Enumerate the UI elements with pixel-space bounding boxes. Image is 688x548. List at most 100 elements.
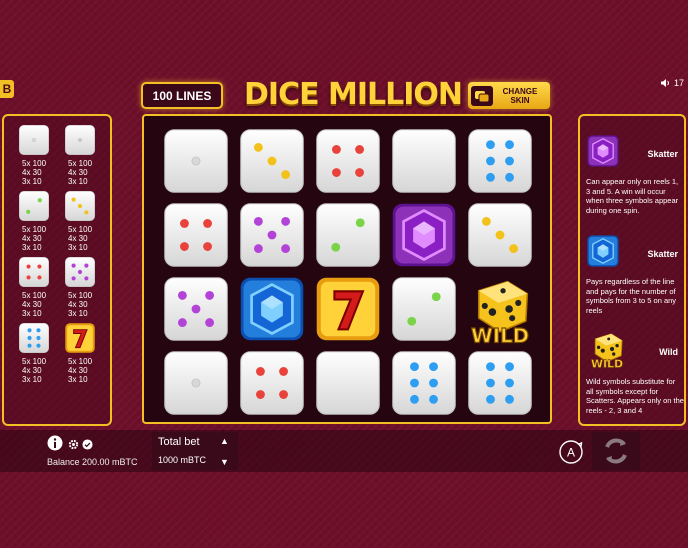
payout-line: 5x 100 bbox=[22, 225, 47, 234]
payout-line: 5x 100 bbox=[22, 357, 47, 366]
payout-line: 3x 10 bbox=[22, 243, 42, 252]
pip bbox=[495, 230, 505, 240]
pip bbox=[71, 263, 76, 268]
pip bbox=[36, 335, 41, 341]
reel-cell-dice-2-green bbox=[310, 198, 386, 272]
pip bbox=[27, 328, 32, 333]
payout-line: 5x 100 bbox=[68, 291, 93, 300]
pip bbox=[505, 394, 514, 404]
pip bbox=[177, 290, 187, 300]
autoplay-label: A bbox=[567, 446, 575, 460]
payout-line: 4x 30 bbox=[22, 168, 42, 177]
paytable-entry: 5x 100 4x 30 3x 10 bbox=[14, 322, 60, 384]
payout-line: 5x 100 bbox=[22, 159, 47, 168]
pip bbox=[77, 203, 83, 209]
paytable-panel: 5x 100 4x 30 3x 10 5x 100 4x 30 3x 10 5x 100… bbox=[2, 114, 112, 426]
total-bet-value: 1000 mBTC bbox=[158, 455, 207, 465]
pip bbox=[71, 276, 76, 281]
pip bbox=[256, 367, 265, 376]
pip bbox=[191, 378, 201, 388]
pip bbox=[191, 156, 201, 166]
pip bbox=[431, 292, 441, 302]
reel-cell-dice-3-yellow bbox=[234, 124, 310, 198]
reel-cell-dice-6-blue bbox=[462, 124, 538, 198]
info-name: Skatter bbox=[647, 148, 678, 159]
pip bbox=[205, 290, 215, 300]
reel-cell-dice-5-purple bbox=[158, 272, 234, 346]
paytable-entry: 5x 100 4x 30 3x 10 bbox=[14, 190, 60, 252]
reel-cell-wild: WILD bbox=[462, 272, 538, 348]
payout-line: 3x 10 bbox=[22, 309, 42, 318]
payout-line: 4x 30 bbox=[68, 366, 88, 375]
game-title: DICE MILLION bbox=[244, 77, 463, 112]
pip bbox=[256, 390, 265, 399]
pip bbox=[26, 209, 31, 214]
paytable-entry: 5x 100 4x 30 3x 10 bbox=[14, 256, 60, 318]
reel-cell-gem-purple bbox=[386, 198, 462, 272]
pip bbox=[253, 142, 263, 152]
reel-cell-dice-4-red bbox=[158, 198, 234, 272]
gear-icon[interactable] bbox=[68, 437, 79, 455]
purple-gem-icon bbox=[586, 134, 620, 173]
pip bbox=[486, 362, 495, 372]
dice-2-green-icon bbox=[18, 190, 50, 222]
info-wild: WILD Wild Wild symbols substitute for al… bbox=[586, 328, 684, 415]
change-skin-button[interactable]: CHANGE SKIN bbox=[468, 82, 550, 109]
pip bbox=[505, 140, 514, 150]
pip bbox=[84, 263, 89, 268]
pip bbox=[429, 362, 438, 372]
pip bbox=[180, 219, 189, 228]
pip bbox=[332, 168, 341, 177]
speaker-icon bbox=[661, 79, 669, 87]
pip bbox=[27, 335, 32, 341]
lines-badge: 100 LINES bbox=[141, 82, 223, 109]
payout-line: 5x 100 bbox=[68, 159, 93, 168]
payout-line: 3x 10 bbox=[68, 177, 88, 186]
pip bbox=[509, 244, 519, 254]
payout-line: 4x 30 bbox=[68, 168, 88, 177]
pip bbox=[26, 275, 31, 280]
reel-cell-dice-3-yellow bbox=[462, 198, 538, 272]
pip bbox=[37, 264, 42, 269]
pip bbox=[410, 378, 419, 388]
dice-3-yellow-icon bbox=[64, 190, 96, 222]
reels-area: WILD bbox=[142, 114, 552, 424]
pip bbox=[410, 362, 419, 372]
pip bbox=[486, 156, 495, 166]
verified-icon[interactable] bbox=[82, 437, 93, 455]
reel-cell-dice-2-green bbox=[386, 272, 462, 346]
pip bbox=[253, 244, 263, 254]
pip bbox=[281, 216, 291, 226]
pip bbox=[77, 269, 83, 275]
skin-icon bbox=[471, 85, 493, 106]
pip bbox=[281, 170, 291, 180]
pip bbox=[31, 137, 37, 143]
paytable-entry: 5x 100 4x 30 3x 10 bbox=[60, 124, 106, 186]
payout-line: 4x 30 bbox=[22, 366, 42, 375]
pip bbox=[205, 318, 215, 328]
info-text: Can appear only on reels 1, 3 and 5. A w… bbox=[586, 177, 679, 215]
bet-increase-button[interactable]: ▲ bbox=[220, 436, 229, 446]
reel-cell-dice-6-blue bbox=[462, 346, 538, 420]
dice-1-icon bbox=[18, 124, 50, 156]
pip bbox=[505, 156, 514, 166]
info-name: Wild bbox=[659, 346, 678, 357]
info-skatter-purple: Skatter Can appear only on reels 1, 3 an… bbox=[586, 134, 684, 215]
pip bbox=[77, 137, 83, 143]
pip bbox=[180, 242, 189, 251]
sound-control[interactable]: 17 bbox=[660, 78, 684, 88]
payout-line: 4x 30 bbox=[22, 234, 42, 243]
paytable-entry: 5x 100 4x 30 3x 10 bbox=[60, 190, 106, 252]
info-icon[interactable] bbox=[47, 435, 63, 451]
payout-line: 4x 30 bbox=[68, 300, 88, 309]
payout-line: 4x 30 bbox=[68, 234, 88, 243]
change-skin-label: CHANGE SKIN bbox=[502, 86, 538, 105]
pip bbox=[281, 244, 291, 254]
corner-badge[interactable]: B bbox=[0, 80, 14, 98]
bet-decrease-button[interactable]: ▼ bbox=[220, 457, 229, 467]
pip bbox=[26, 264, 31, 269]
pip bbox=[410, 394, 419, 404]
autoplay-button[interactable]: A bbox=[557, 438, 585, 466]
spin-button[interactable] bbox=[592, 432, 640, 470]
info-text: Pays regardless of the line and pays for… bbox=[586, 277, 677, 315]
